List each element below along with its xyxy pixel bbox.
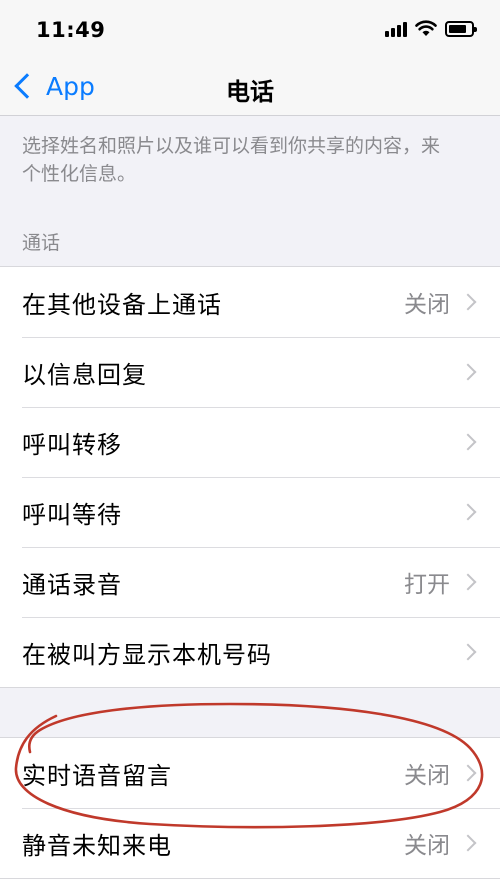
settings-row-call-waiting[interactable]: 呼叫等待 <box>0 477 500 547</box>
chevron-right-icon <box>459 433 477 451</box>
section-header-calls: 通话 <box>22 232 61 254</box>
row-label: 通话录音 <box>22 570 122 599</box>
row-label: 在其他设备上通话 <box>22 290 222 319</box>
row-value: 关闭 <box>404 292 450 318</box>
battery-icon <box>445 20 477 37</box>
chevron-right-icon <box>459 503 477 521</box>
row-label: 呼叫转移 <box>22 430 122 459</box>
row-value: 打开 <box>404 572 450 598</box>
row-label: 以信息回复 <box>22 360 147 389</box>
page-title: 电话 <box>226 78 274 106</box>
settings-row-live-voicemail[interactable]: 实时语音留言 关闭 <box>0 738 500 808</box>
settings-row-show-caller-id[interactable]: 在被叫方显示本机号码 <box>0 617 500 687</box>
row-value: 关闭 <box>404 763 450 789</box>
chevron-right-icon <box>459 363 477 381</box>
wifi-icon <box>415 20 437 36</box>
navigation-bar: App 电话 <box>0 56 500 116</box>
settings-row-silence-unknown-callers[interactable]: 静音未知来电 关闭 <box>0 808 500 878</box>
settings-row-respond-with-text[interactable]: 以信息回复 <box>0 337 500 407</box>
row-label: 实时语音留言 <box>22 761 172 790</box>
row-value: 关闭 <box>404 833 450 859</box>
settings-row-calls-on-other-devices[interactable]: 在其他设备上通话 关闭 <box>0 267 500 337</box>
status-icons <box>385 20 477 37</box>
chevron-right-icon <box>459 293 477 311</box>
status-time: 11:49 <box>36 18 106 42</box>
chevron-right-icon <box>459 573 477 591</box>
chevron-right-icon <box>459 643 477 661</box>
voice-settings-group: 实时语音留言 关闭 静音未知来电 关闭 <box>0 737 500 879</box>
settings-row-call-recording[interactable]: 通话录音 打开 <box>0 547 500 617</box>
cellular-signal-icon <box>385 21 407 37</box>
settings-row-call-forwarding[interactable]: 呼叫转移 <box>0 407 500 477</box>
chevron-right-icon <box>459 764 477 782</box>
row-label: 在被叫方显示本机号码 <box>22 640 272 669</box>
chevron-right-icon <box>459 834 477 852</box>
calls-settings-group: 在其他设备上通话 关闭 以信息回复 呼叫转移 呼叫等待 通话录音 打开 在被叫方… <box>0 266 500 688</box>
status-bar: 11:49 <box>0 0 500 56</box>
row-label: 静音未知来电 <box>22 831 172 860</box>
row-label: 呼叫等待 <box>22 500 122 529</box>
description-text: 选择姓名和照片以及谁可以看到你共享的内容，来个性化信息。 <box>22 135 441 185</box>
